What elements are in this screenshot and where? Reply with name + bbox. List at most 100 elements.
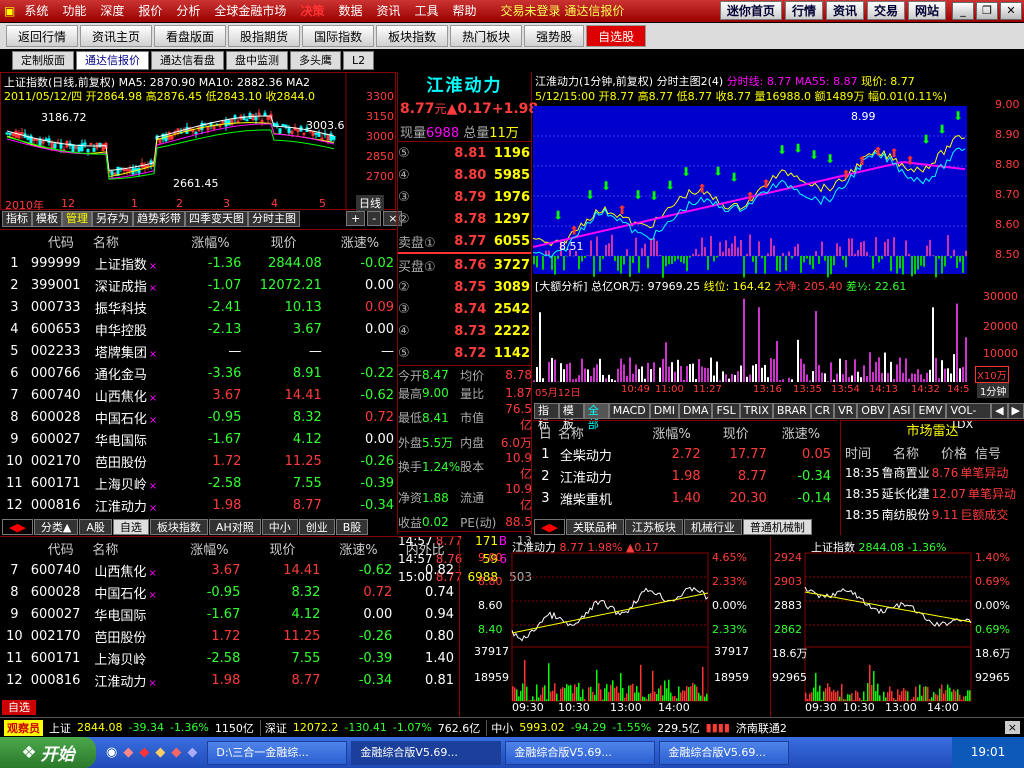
order-level[interactable]: 卖盘① 8.77 6055: [398, 230, 532, 252]
menu-help[interactable]: 帮助: [446, 0, 484, 22]
add-icon[interactable]: +: [346, 211, 366, 226]
table-row[interactable]: 8 600028 中国石化 × -0.95 8.32 0.72: [0, 406, 396, 428]
intraday-chart-panel[interactable]: 江淮动力(1分钟,前复权) 分时主图2(4) 分时线: 8.77 MA55: 8…: [533, 72, 1024, 402]
taskbar-item-app3[interactable]: 金融综合版V5.69...: [659, 740, 790, 765]
menu-info[interactable]: 资讯: [369, 0, 407, 22]
quicklaunch-app-icon[interactable]: ◆: [171, 745, 181, 760]
col-name[interactable]: 名称: [558, 421, 641, 443]
menu-tools[interactable]: 工具: [407, 0, 445, 22]
col-change[interactable]: 涨幅%: [641, 421, 703, 443]
table-row[interactable]: 11 600171 上海贝岭 -2.58 7.55 -0.39 1.40: [0, 647, 456, 669]
table-row[interactable]: 7 600740 山西焦化 × 3.67 14.41 -0.62 0.82: [0, 559, 456, 581]
tab-watchlist[interactable]: 自选股: [586, 25, 647, 47]
quicklaunch-app-icon[interactable]: ◆: [139, 745, 149, 760]
order-level[interactable]: ④ 8.73 2222: [398, 320, 532, 342]
quotes-button[interactable]: 行情: [784, 1, 823, 20]
tab-emv[interactable]: EMV: [914, 403, 947, 419]
taskbar-item-folder[interactable]: D:\三合一金融综...: [207, 740, 348, 765]
table-row[interactable]: 2 399001 深证成指 × -1.07 12072.21 0.00: [0, 274, 396, 296]
table-row[interactable]: 10 002170 芭田股份 1.72 11.25 -0.26: [0, 450, 396, 472]
mini-home-button[interactable]: 迷你首页: [719, 1, 782, 20]
table-row[interactable]: 3 000733 振华科技 -2.41 10.13 0.09: [0, 296, 396, 318]
subtab-tdx-quote[interactable]: 通达信报价: [76, 51, 149, 70]
news-button[interactable]: 资讯: [825, 1, 864, 20]
col-price[interactable]: 现价: [243, 230, 323, 252]
table-row[interactable]: 2 江淮动力 1.98 8.77 -0.34: [533, 465, 833, 487]
tab-self-select[interactable]: 自选: [112, 519, 149, 535]
table-row[interactable]: 1 全柴动力 2.72 17.77 0.05: [533, 443, 833, 465]
menu-data[interactable]: 数据: [331, 0, 369, 22]
menu-quote[interactable]: 报价: [131, 0, 169, 22]
subtab-custom-layout[interactable]: 定制版面: [12, 51, 74, 70]
trade-button[interactable]: 交易: [866, 1, 905, 20]
table-row[interactable]: 3 潍柴重机 1.40 20.30 -0.14: [533, 487, 833, 509]
minimize-icon[interactable]: _: [952, 2, 974, 20]
order-level[interactable]: ③ 8.79 1976: [398, 186, 532, 208]
tab-brar[interactable]: BRAR: [772, 403, 811, 419]
tab-sector-index[interactable]: 板块指数: [376, 25, 449, 47]
tab-tpl[interactable]: 模板: [558, 403, 584, 431]
table-row[interactable]: 4 600653 申华控股 -2.13 3.67 0.00: [0, 318, 396, 340]
col-speed[interactable]: 涨速%: [322, 537, 394, 559]
scroll-left-icon[interactable]: ◀▶: [534, 519, 565, 535]
tab-dmi[interactable]: DMI: [649, 403, 679, 419]
tab-trend-band[interactable]: 趋势彩带: [133, 211, 185, 227]
table-row[interactable]: 9 600027 华电国际 -1.67 4.12 0.00 0.94: [0, 603, 456, 625]
tab-machinery[interactable]: 机械行业: [683, 519, 742, 535]
order-level[interactable]: 买盘① 8.76 3727: [398, 254, 532, 276]
col-change[interactable]: 涨幅%: [177, 537, 243, 559]
table-row[interactable]: 11 600171 上海贝岭 × -2.58 7.55 -0.39: [0, 472, 396, 494]
taskbar-item-app1[interactable]: 金融综合版V5.69...: [351, 740, 502, 765]
tab-hot-sector[interactable]: 热门板块: [450, 25, 523, 47]
menu-depth[interactable]: 深度: [93, 0, 131, 22]
menu-analysis[interactable]: 分析: [169, 0, 207, 22]
table-row[interactable]: 12 000816 江淮动力 × 1.98 8.77 -0.34 0.81: [0, 669, 456, 691]
table-row[interactable]: 10 002170 芭田股份 1.72 11.25 -0.26 0.80: [0, 625, 456, 647]
tab-macd[interactable]: MACD: [608, 403, 650, 419]
tab-category[interactable]: 分类▲: [33, 519, 79, 535]
restore-icon[interactable]: ❐: [976, 2, 998, 20]
taskbar-item-app2[interactable]: 金融综合版V5.69...: [505, 740, 656, 765]
col-name[interactable]: 名称: [93, 230, 178, 252]
quicklaunch-app-icon[interactable]: ◆: [187, 745, 197, 760]
tab-template[interactable]: 模板: [32, 211, 62, 227]
radar-row[interactable]: 18:35 南纺股份 9.11 巨额成交: [841, 505, 1024, 526]
table-row[interactable]: 5 002233 塔牌集团 × — — —: [0, 340, 396, 362]
tab-chinext[interactable]: 创业: [298, 519, 335, 535]
tab-four-seasons[interactable]: 四季变天图: [185, 211, 248, 227]
order-level[interactable]: ④ 8.80 5985: [398, 164, 532, 186]
col-speed[interactable]: 涨速%: [324, 230, 396, 252]
menu-system[interactable]: 系统: [17, 0, 55, 22]
menu-global-market[interactable]: 全球金融市场: [207, 0, 293, 22]
start-button[interactable]: ❖ 开始: [0, 737, 96, 768]
tab-back-to-quotes[interactable]: 返回行情: [6, 25, 79, 47]
tab-strong-stocks[interactable]: 强势股: [524, 25, 585, 47]
table-row[interactable]: 6 000766 通化金马 -3.36 8.91 -0.22: [0, 362, 396, 384]
tab-all[interactable]: 全部: [583, 403, 609, 431]
order-level[interactable]: ③ 8.74 2542: [398, 298, 532, 320]
tab-indicator[interactable]: 指标: [2, 211, 32, 227]
tab-trix[interactable]: TRIX: [739, 403, 773, 419]
table-row[interactable]: 1 999999 上证指数 × -1.36 2844.08 -0.02: [0, 252, 396, 274]
close-icon[interactable]: ✕: [1000, 2, 1022, 20]
col-code[interactable]: 代码: [29, 537, 93, 559]
tab-intl-index[interactable]: 国际指数: [302, 25, 375, 47]
daily-period-button[interactable]: 日线: [356, 195, 384, 211]
tab-news-home[interactable]: 资讯主页: [80, 25, 153, 47]
radar-row[interactable]: 18:35 鲁商置业 8.76 单笔异动: [841, 463, 1024, 484]
tab-layout[interactable]: 看盘版面: [154, 25, 227, 47]
tab-self-select-bottom[interactable]: 自选: [2, 700, 36, 715]
index-daily-chart[interactable]: 上证指数(日线,前复权) MA5: 2870.90 MA10: 2882.36 …: [0, 72, 396, 212]
order-level[interactable]: ② 8.78 1297: [398, 208, 532, 230]
tab-general-machinery[interactable]: 普通机械制: [742, 519, 812, 535]
clock[interactable]: 19:01: [952, 737, 1024, 768]
col-name[interactable]: 名称: [92, 537, 176, 559]
radar-row[interactable]: 18:35 延长化建 12.07 单笔异动: [841, 484, 1024, 505]
table-row[interactable]: 12 000816 江淮动力 × 1.98 8.77 -0.34: [0, 494, 396, 516]
period-1min-button[interactable]: 1分钟: [977, 383, 1010, 398]
tab-vol-tdx[interactable]: VOL-TDX: [946, 403, 992, 431]
tab-asi[interactable]: ASI: [888, 403, 915, 419]
tab-fsl[interactable]: FSL: [712, 403, 740, 419]
order-level[interactable]: ⑤ 8.81 1196: [398, 142, 532, 164]
mini-chart-stock[interactable]: 江淮动力 8.77 1.98% ▲0.17 9.00 8.80 8.60 8.4…: [459, 537, 769, 717]
